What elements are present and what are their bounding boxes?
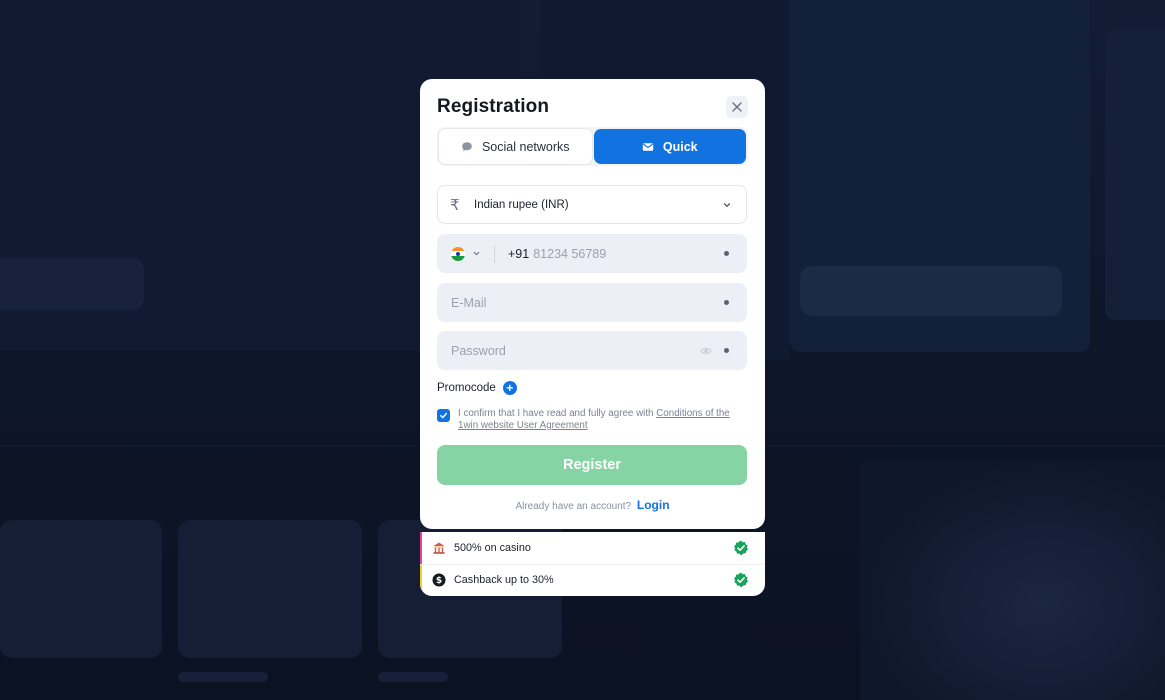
plus-icon: + [502, 381, 517, 395]
bonus-row-cashback: $ Cashback up to 30% [420, 564, 765, 595]
rupee-icon: ₹ [450, 196, 460, 214]
close-icon [732, 102, 742, 112]
agreement-row: I confirm that I have read and fully agr… [437, 408, 747, 432]
background-game-card [0, 520, 162, 658]
tab-social-networks[interactable]: Social networks [439, 129, 592, 164]
verified-check-icon [734, 540, 748, 555]
agreement-text: I confirm that I have read and fully agr… [458, 408, 747, 432]
required-indicator [724, 251, 729, 256]
agreement-sentence: I confirm that I have read and fully agr… [458, 408, 657, 419]
password-field [437, 331, 747, 370]
registration-tabs: Social networks Quick [437, 127, 748, 166]
background-side-banner [1105, 30, 1165, 320]
country-flag-icon[interactable] [451, 246, 465, 261]
register-button[interactable]: Register [437, 445, 747, 485]
email-field [437, 283, 747, 322]
login-prompt-text: Already have an account? [515, 501, 632, 512]
required-indicator [724, 348, 729, 353]
tab-quick-label: Quick [662, 139, 698, 154]
checkmark-icon [440, 412, 448, 419]
bonus-panel: 500% on casino $ Cashback up to 30% [420, 532, 765, 596]
promocode-toggle[interactable]: Promocode + [437, 381, 517, 395]
currency-selected-value: Indian rupee (INR) [474, 198, 569, 211]
close-button[interactable] [726, 96, 748, 118]
background-card-label [178, 672, 268, 682]
promocode-label: Promocode [437, 382, 496, 394]
background-card-label [378, 672, 448, 682]
bonus-row-casino: 500% on casino [420, 532, 765, 564]
modal-title: Registration [437, 96, 550, 117]
currency-select[interactable]: ₹ Indian rupee (INR) [437, 185, 747, 224]
casino-building-icon [432, 541, 446, 555]
password-input[interactable] [451, 343, 700, 358]
email-input[interactable] [451, 295, 724, 310]
chevron-down-icon [723, 202, 731, 207]
svg-text:$: $ [436, 576, 442, 586]
phone-field: +91 [437, 234, 747, 273]
background-cashback-button [800, 266, 1062, 316]
tab-quick[interactable]: Quick [593, 129, 746, 164]
verified-check-icon [734, 572, 748, 587]
phone-input[interactable] [533, 246, 724, 261]
registration-modal: Registration Social networks Quick ₹ Ind… [420, 79, 765, 529]
bonus-label: Cashback up to 30% [454, 574, 554, 586]
country-chevron-down-icon[interactable] [472, 249, 481, 258]
required-indicator [724, 300, 729, 305]
envelope-icon [642, 142, 654, 151]
bonus-label: 500% on casino [454, 542, 531, 554]
login-link[interactable]: Login [637, 498, 670, 512]
dial-code: +91 [508, 246, 530, 261]
background-hero-button [0, 258, 144, 310]
bonus-accent-bar [420, 532, 422, 564]
login-prompt-row: Already have an account? Login [420, 498, 765, 512]
bonus-accent-bar [420, 565, 422, 595]
chat-bubble-icon [462, 141, 472, 151]
agreement-checkbox[interactable] [437, 409, 450, 422]
background-game-card [178, 520, 362, 658]
background-casino-art [860, 460, 1165, 700]
eye-icon[interactable] [700, 345, 712, 357]
phone-divider [494, 244, 495, 263]
dollar-coin-icon: $ [432, 573, 446, 587]
tab-social-label: Social networks [481, 139, 570, 154]
